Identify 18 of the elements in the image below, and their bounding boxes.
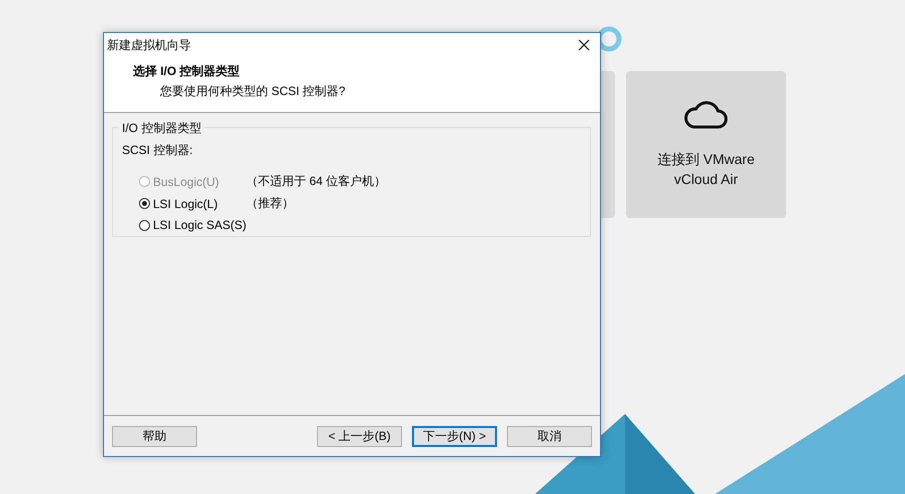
window-title: 新建虚拟机向导 — [107, 36, 191, 54]
dialog-button[interactable]: < 上一步(B) — [317, 426, 402, 446]
radio-option[interactable]: LSI Logic(L) — [139, 196, 246, 210]
dialog-button[interactable]: 下一步(N) > — [412, 426, 497, 446]
ring-icon — [596, 26, 622, 52]
option-note: （推荐） — [246, 195, 294, 212]
card-label: 连接到 VMware vCloud Air — [657, 150, 755, 189]
page-subheading: 您要使用何种类型的 SCSI 控制器? — [160, 83, 346, 100]
page-heading: 选择 I/O 控制器类型 — [133, 63, 241, 80]
option-note: （不适用于 64 位客户机） — [246, 173, 386, 190]
cloud-icon — [684, 99, 728, 129]
cloud-card[interactable]: 连接到 VMware vCloud Air — [626, 71, 786, 218]
field-label: SCSI 控制器: — [122, 142, 194, 159]
radio-option[interactable]: LSI Logic SAS(S) — [139, 218, 246, 232]
dialog-button[interactable]: 取消 — [507, 426, 592, 446]
group-legend: I/O 控制器类型 — [119, 120, 204, 137]
close-icon[interactable] — [578, 39, 590, 51]
help-button[interactable]: 帮助 — [112, 426, 197, 446]
